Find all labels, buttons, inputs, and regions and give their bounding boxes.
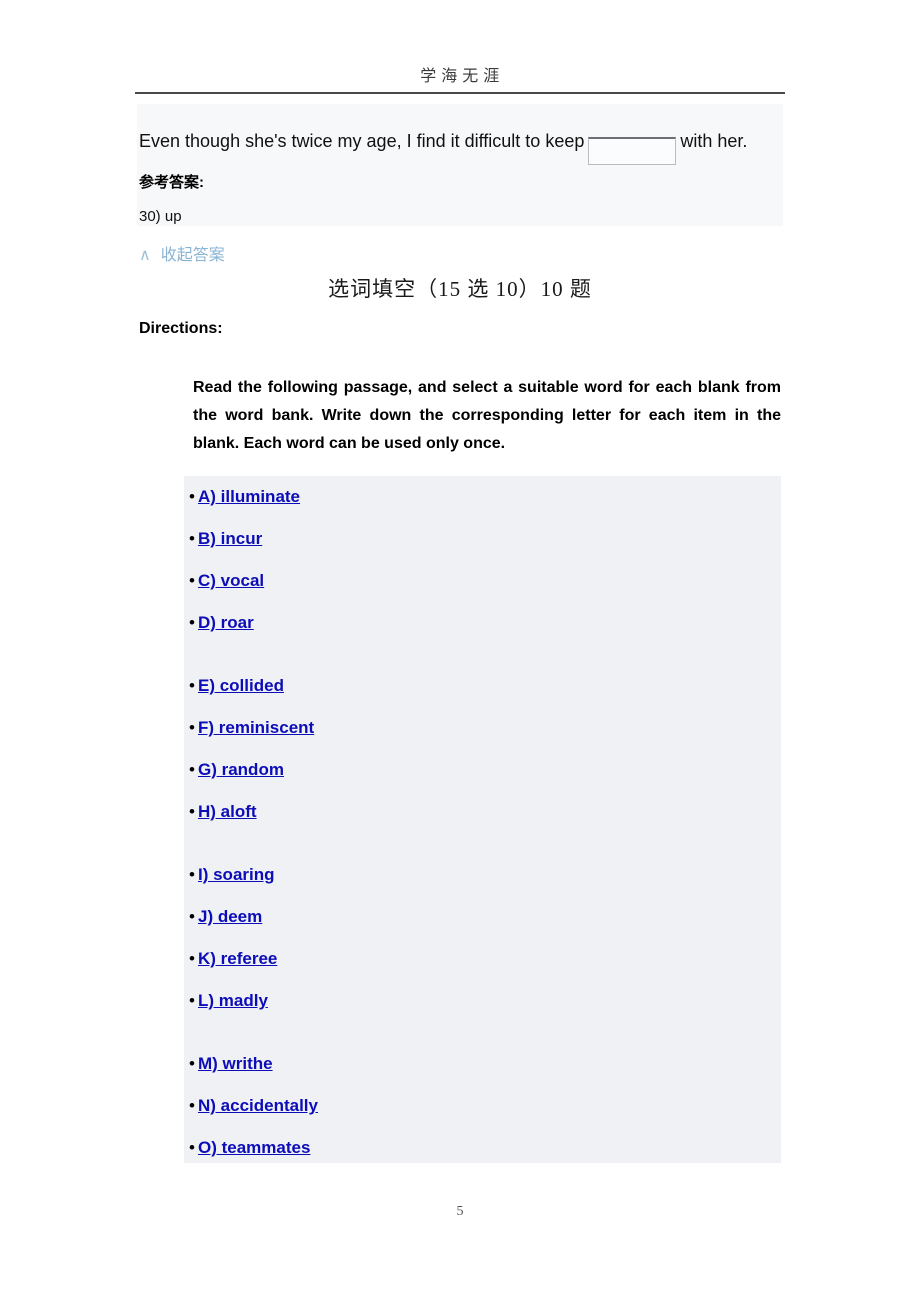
bullet-icon: • [189, 1054, 195, 1073]
word-bank-item[interactable]: • F) reminiscent [186, 707, 776, 749]
word-bank-item[interactable]: • A) illuminate [186, 476, 776, 518]
bullet-icon: • [189, 907, 195, 926]
bullet-icon: • [189, 1138, 195, 1157]
bullet-icon: • [189, 487, 195, 506]
question-sentence: Even though she's twice my age, I find i… [139, 128, 799, 165]
word-bank-link[interactable]: H) aloft [198, 802, 257, 821]
word-bank-item[interactable]: • M) writhe [186, 1043, 776, 1085]
word-bank-link[interactable]: D) roar [198, 613, 254, 632]
document-page: 学 海 无 涯 Even though she's twice my age, … [0, 0, 920, 1302]
word-bank-link[interactable]: A) illuminate [198, 487, 300, 506]
bullet-icon: • [189, 718, 195, 737]
word-bank-link[interactable]: K) referee [198, 949, 277, 968]
bullet-icon: • [189, 802, 195, 821]
word-bank-link[interactable]: C) vocal [198, 571, 264, 590]
word-bank-item[interactable]: • C) vocal [186, 560, 776, 602]
reference-answer-label: 参考答案: [139, 174, 204, 191]
answer-panel [137, 104, 783, 226]
directions-body: Read the following passage, and select a… [193, 379, 781, 452]
word-bank-link[interactable]: L) madly [198, 991, 268, 1010]
question-text-after: with her. [680, 131, 748, 151]
word-bank-list: • A) illuminate • B) incur • C) vocal • D) roar… [186, 476, 776, 1169]
word-bank-item[interactable]: • L) madly [186, 980, 776, 1022]
bullet-icon: • [189, 865, 195, 884]
word-bank-item[interactable]: • N) accidentally [186, 1085, 776, 1127]
question-text-before: Even though she's twice my age, I find i… [139, 131, 585, 151]
bullet-icon: • [189, 1096, 195, 1115]
word-bank-link[interactable]: G) random [198, 760, 284, 779]
word-bank-link[interactable]: J) deem [198, 907, 262, 926]
bullet-icon: • [189, 571, 195, 590]
word-bank-item[interactable]: • E) collided [186, 665, 776, 707]
running-head: 学 海 无 涯 [420, 68, 500, 85]
section-title: 选词填空（15 选 10）10 题 [328, 277, 592, 301]
word-bank-link[interactable]: F) reminiscent [198, 718, 314, 737]
word-bank-link[interactable]: N) accidentally [198, 1096, 318, 1115]
word-bank-link[interactable]: E) collided [198, 676, 284, 695]
reference-answer-value: 30) up [139, 208, 182, 225]
bullet-icon: • [189, 949, 195, 968]
word-bank-item[interactable]: • G) random [186, 749, 776, 791]
blank-input[interactable] [588, 137, 677, 165]
chevron-up-icon: ∧ [139, 247, 151, 264]
bullet-icon: • [189, 676, 195, 695]
word-bank-item[interactable]: • K) referee [186, 938, 776, 980]
word-bank-item[interactable]: • D) roar [186, 602, 776, 644]
word-bank-link[interactable]: B) incur [198, 529, 262, 548]
word-bank-item[interactable]: • J) deem [186, 896, 776, 938]
bullet-icon: • [189, 613, 195, 632]
word-bank-item[interactable]: • H) aloft [186, 791, 776, 833]
word-bank-item[interactable]: • I) soaring [186, 854, 776, 896]
bullet-icon: • [189, 529, 195, 548]
header-divider [135, 92, 785, 94]
directions-label: Directions: [139, 320, 223, 337]
bullet-icon: • [189, 760, 195, 779]
word-bank-item[interactable]: • O) teammates [186, 1127, 776, 1169]
collapse-answer-link[interactable]: ∧ 收起答案 [139, 241, 225, 265]
word-bank-item[interactable]: • B) incur [186, 518, 776, 560]
page-number: 5 [456, 1204, 464, 1219]
collapse-answer-label: 收起答案 [160, 247, 225, 264]
word-bank-link[interactable]: M) writhe [198, 1054, 273, 1073]
word-bank-link[interactable]: I) soaring [198, 865, 275, 884]
bullet-icon: • [189, 991, 195, 1010]
word-bank-link[interactable]: O) teammates [198, 1138, 310, 1157]
